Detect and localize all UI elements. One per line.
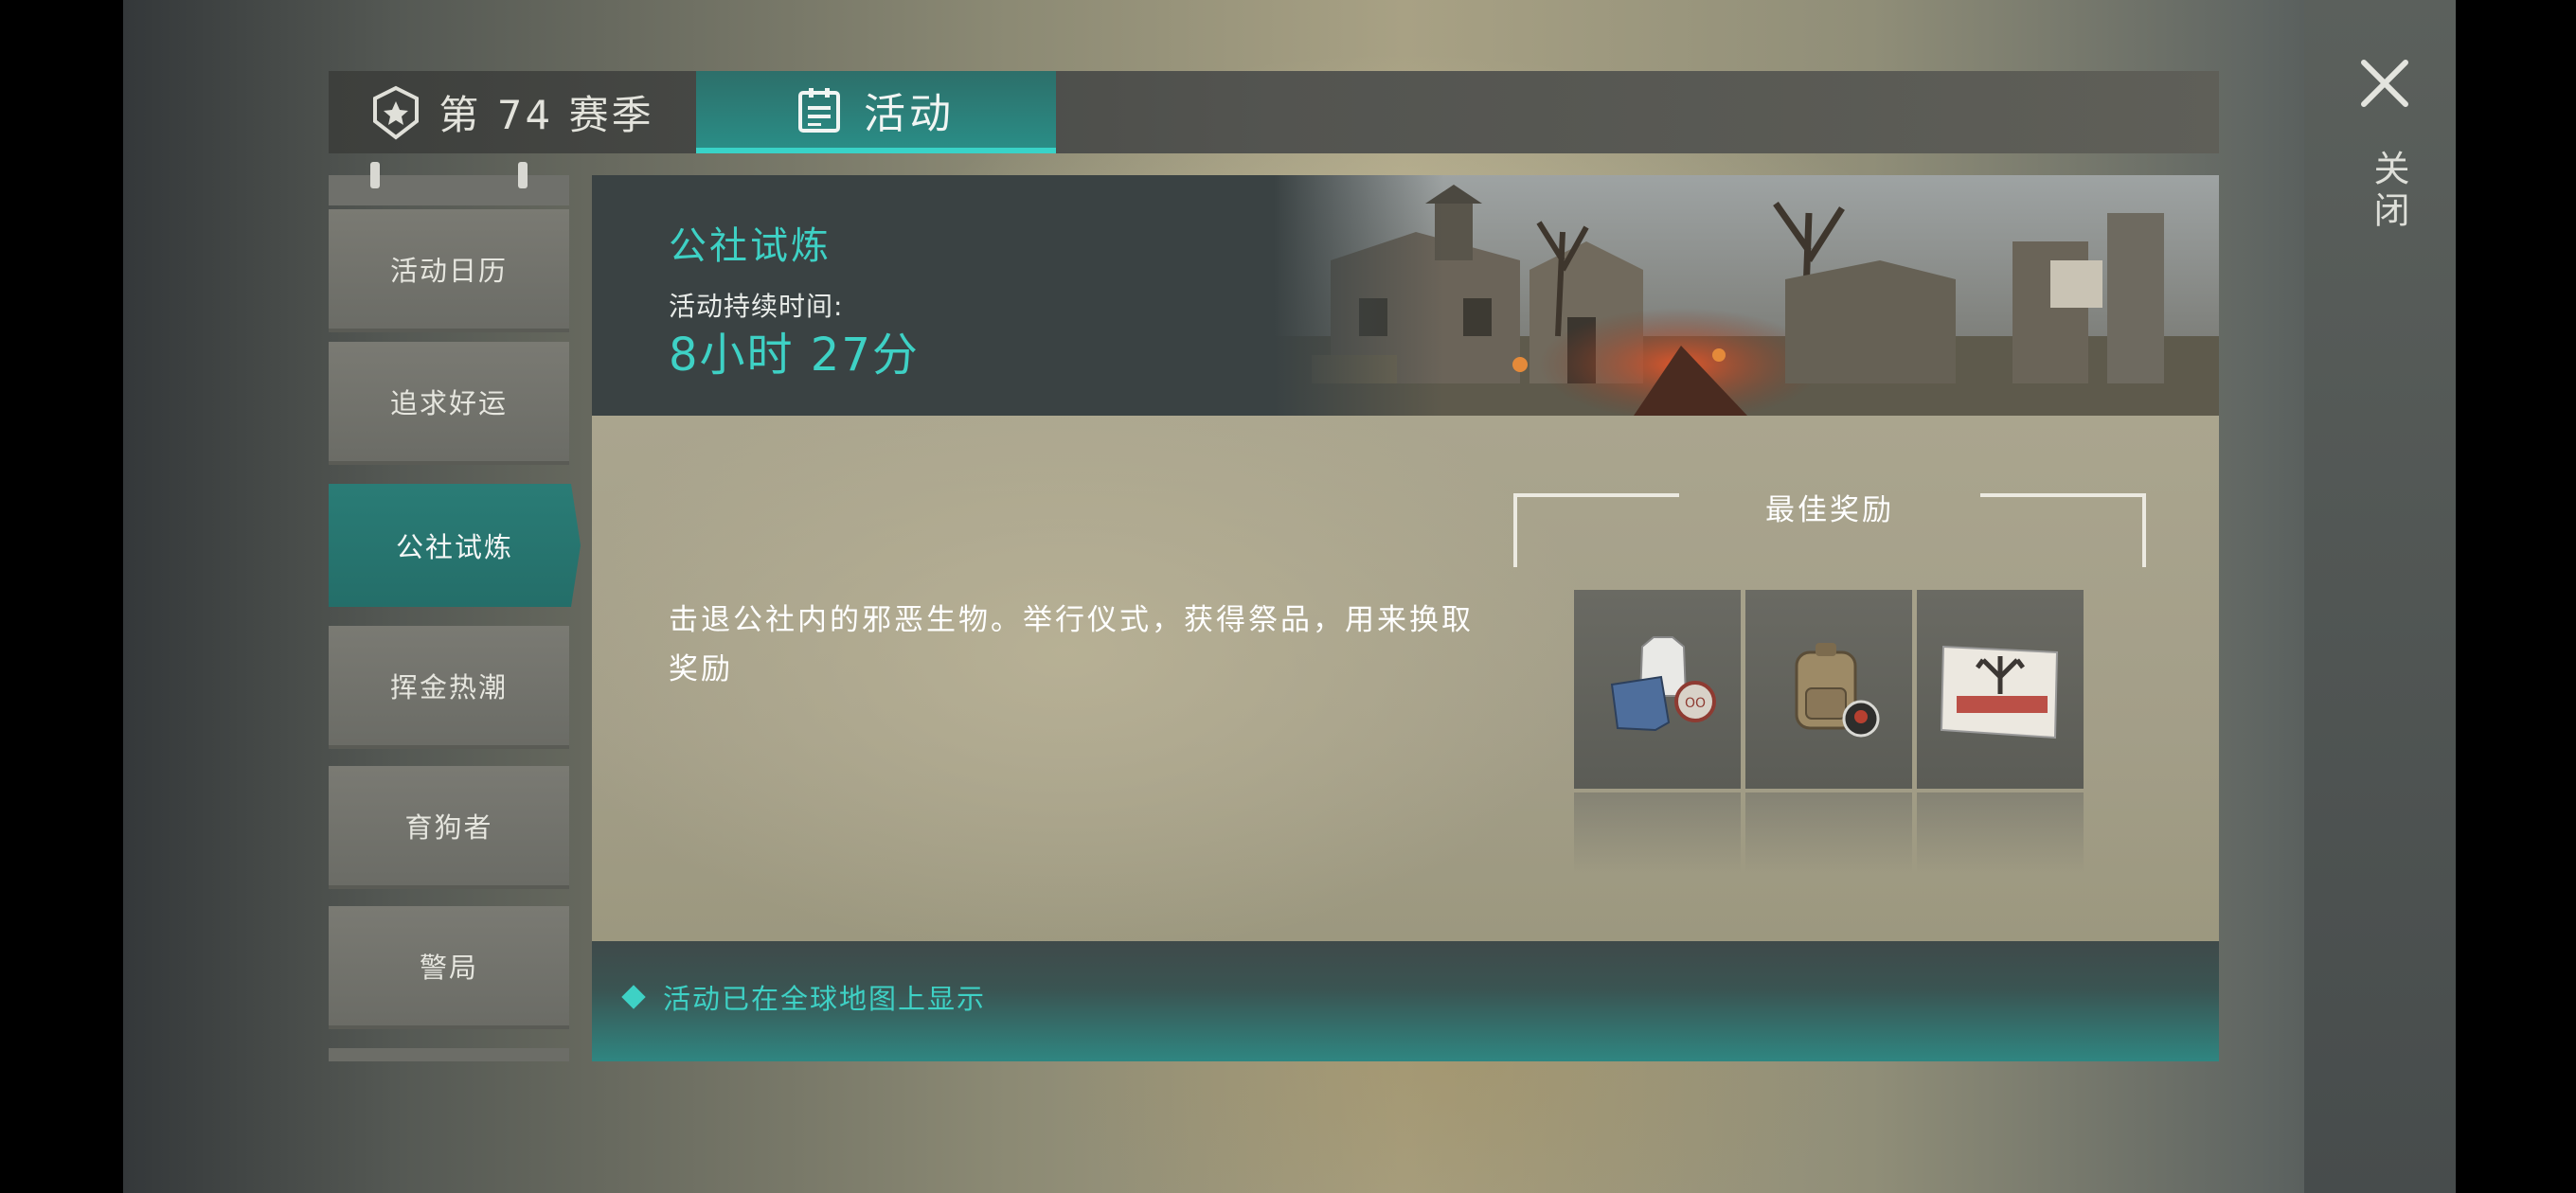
banner-flag-icon [1940,645,2059,739]
tab-events-label: 活动 [864,89,955,138]
event-content: 击退公社内的邪恶生物。举行仪式，获得祭品，用来换取奖励 最佳奖励 OO [592,416,2219,941]
season-badge-icon [373,85,420,140]
backpack-icon [1795,643,1880,738]
best-rewards: 最佳奖励 OO [1513,463,2146,874]
sidebar-scroll-bottom [329,1048,569,1061]
tab-season[interactable]: 第 74 赛季 [329,71,696,153]
map-notice: 活动已在全球地图上显示 [621,977,987,1017]
sidebar-item-commune-trial[interactable]: 公社试炼 [329,484,581,607]
svg-text:OO: OO [1685,696,1706,711]
reward-item-clothing[interactable]: OO [1574,590,1741,789]
sidebar-scroll-top [329,162,569,205]
commune-scene-image [1274,175,2219,416]
sidebar-item-money-rush[interactable]: 挥金热潮 [329,626,569,749]
sidebar-item-pursue-luck[interactable]: 追求好运 [329,342,569,465]
reward-item-banner[interactable] [1917,590,2084,789]
reward-item-backpack[interactable] [1745,590,1912,789]
map-notice-text: 活动已在全球地图上显示 [663,983,987,1015]
close-icon[interactable] [2358,57,2411,110]
event-footer: 活动已在全球地图上显示 [592,941,2219,1061]
scroll-knob [518,162,528,188]
duration-value: 8小时 27分 [669,329,920,382]
event-description: 击退公社内的邪恶生物。举行仪式，获得祭品，用来换取奖励 [669,603,1474,686]
clothing-set-icon: OO [1610,636,1716,732]
sidebar-item-dog-breeder[interactable]: 育狗者 [329,766,569,889]
reward-reflection [1745,792,1912,874]
tab-bar: 第 74 赛季 活动 [329,71,2219,153]
tab-season-label: 第 74 赛季 [438,92,654,138]
scroll-knob [370,162,380,188]
screen-edge [2456,0,2576,1193]
rewards-title: 最佳奖励 [1765,493,1894,527]
event-title: 公社试炼 [669,224,832,268]
sidebar-item-event-calendar[interactable]: 活动日历 [329,209,569,332]
event-sidebar[interactable]: 活动日历 追求好运 公社试炼 挥金热潮 育狗者 警局 [329,162,581,1061]
sidebar-item-police-station[interactable]: 警局 [329,906,569,1029]
event-detail-panel: 公社试炼 活动持续时间: 8小时 27分 击退公社内的邪恶生物。举行仪式，获得祭… [592,175,2219,1061]
diamond-icon [621,985,646,1009]
calendar-icon [798,87,840,133]
event-banner: 公社试炼 活动持续时间: 8小时 27分 [592,175,2219,416]
reward-reflection [1917,792,2084,874]
close-button-label[interactable]: 关闭 [2363,150,2415,233]
tab-events[interactable]: 活动 [696,71,1056,153]
reward-reflection [1574,792,1741,874]
